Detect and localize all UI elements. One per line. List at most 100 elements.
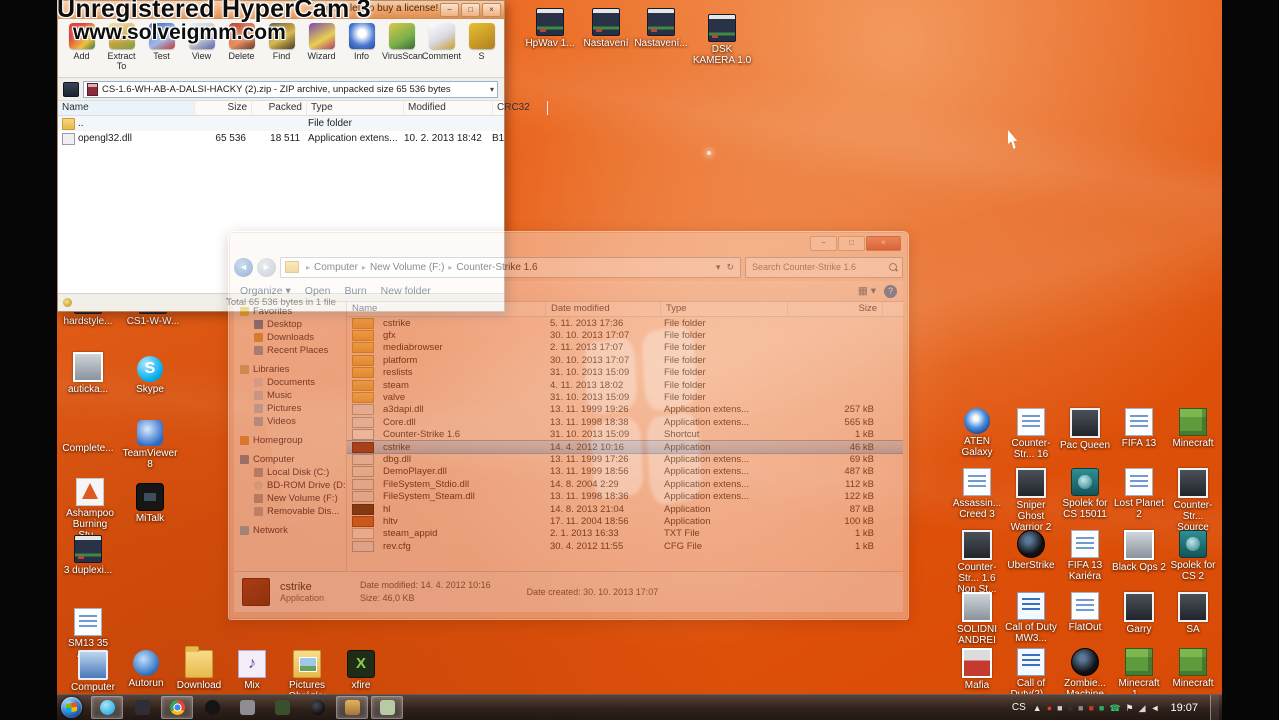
desktop-icon[interactable]: FIFA 13 — [1112, 408, 1166, 449]
desktop-icon[interactable]: Sniper Ghost Warrior 2 — [1004, 468, 1058, 533]
winrar-toolbar-button[interactable]: View — [182, 22, 221, 75]
desktop-icon[interactable]: Garry — [1112, 592, 1166, 635]
help-icon[interactable]: ? — [884, 285, 897, 298]
refresh-icon[interactable]: ↻ — [724, 262, 736, 273]
archive-file-row[interactable]: opengl32.dll 65 536 18 511 Application e… — [58, 131, 504, 146]
explorer-file-row[interactable]: steam_appid 2. 1. 2013 16:33 TXT File 1 … — [347, 528, 903, 540]
desktop-icon[interactable]: Nastavení... — [633, 8, 689, 49]
winrar-toolbar-button[interactable]: Comment — [422, 22, 461, 75]
organize-button[interactable]: Organize ▾ — [240, 285, 291, 297]
taskbar-app-button[interactable] — [371, 696, 403, 719]
burn-button[interactable]: Burn — [344, 285, 366, 297]
start-button[interactable] — [61, 697, 82, 718]
taskbar-app-button[interactable] — [91, 696, 123, 719]
open-button[interactable]: Open — [305, 285, 331, 297]
desktop-icon[interactable]: Mafia — [950, 648, 1004, 691]
nav-item[interactable]: Pictures — [234, 402, 346, 415]
show-desktop-button[interactable] — [1210, 695, 1219, 720]
desktop-icon[interactable]: Computer — [67, 650, 119, 693]
desktop-icon[interactable]: Call of Duty(2)... — [1004, 648, 1058, 700]
desktop-icon[interactable]: HpWav 1... — [522, 8, 578, 49]
winrar-toolbar-button[interactable]: Add — [62, 22, 101, 75]
desktop-icon[interactable]: Counter-Str... 16 — [1004, 408, 1058, 460]
nav-item[interactable]: Network — [234, 524, 346, 537]
explorer-file-row[interactable]: hltv 17. 11. 2004 18:56 Application 100 … — [347, 515, 903, 527]
back-button[interactable]: ◄ — [234, 258, 253, 277]
explorer-file-row[interactable]: FileSystem_Steam.dll 13. 11. 1998 18:36 … — [347, 490, 903, 502]
nav-item[interactable]: Documents — [234, 376, 346, 389]
breadcrumb[interactable]: ▸ Computer ▸ New Volume (F:) ▸ Counter-S… — [280, 257, 741, 278]
desktop-icon[interactable]: 3 duplexi... — [60, 535, 116, 576]
desktop-icon[interactable]: UberStrike — [1004, 530, 1058, 571]
explorer-file-row[interactable]: valve 31. 10. 2013 15:09 File folder — [347, 391, 903, 403]
tray-icon[interactable]: ■ — [1078, 703, 1083, 713]
tray-icon[interactable]: ⚑ — [1126, 703, 1134, 713]
column-header-date[interactable]: Date modified — [546, 302, 661, 316]
search-box[interactable] — [745, 257, 903, 278]
desktop-icon[interactable]: FlatOut — [1058, 592, 1112, 633]
desktop-icon[interactable]: Call of Duty MW3... — [1004, 592, 1058, 644]
desktop-icon[interactable]: SOLIDNI ANDREI — [950, 592, 1004, 646]
explorer-file-row[interactable]: cstrike 14. 4. 2012 10:16 Application 46… — [347, 441, 903, 453]
column-header-size[interactable]: Size — [788, 302, 883, 316]
desktop-icon[interactable]: xfire — [335, 650, 387, 691]
desktop-icon[interactable]: DSK KAMERA 1.0 — [690, 14, 754, 66]
explorer-file-row[interactable]: FileSystem_Stdio.dll 14. 8. 2004 2:29 Ap… — [347, 478, 903, 490]
taskbar-app-button[interactable] — [231, 696, 263, 719]
minimize-button[interactable]: − — [440, 3, 459, 17]
nav-item[interactable]: BD-ROM Drive (D:) — [234, 479, 346, 492]
desktop-icon[interactable]: Complete... — [60, 415, 116, 454]
winrar-toolbar-button[interactable]: Delete — [222, 22, 261, 75]
nav-item[interactable]: Recent Places — [234, 344, 346, 357]
archive-path-combo[interactable]: CS-1.6-WH-AB-A-DALSI-HACKY (2).zip - ZIP… — [83, 81, 498, 98]
winrar-toolbar-button[interactable]: Extract To — [102, 22, 141, 75]
tray-icon[interactable]: ◢ — [1139, 703, 1146, 713]
desktop-icon[interactable]: Minecraft 1... — [1112, 648, 1166, 700]
tray-icon[interactable]: ■ — [1088, 703, 1093, 713]
taskbar-app-button[interactable] — [336, 696, 368, 719]
explorer-file-row[interactable]: Core.dll 13. 11. 1998 18:38 Application … — [347, 416, 903, 428]
explorer-file-row[interactable]: gfx 30. 10. 2013 17:07 File folder — [347, 329, 903, 341]
desktop-icon[interactable]: Ashampoo Burning Stu... — [60, 478, 120, 541]
explorer-file-row[interactable]: reslists 31. 10. 2013 15:09 File folder — [347, 367, 903, 379]
desktop-icon[interactable]: MiTalk — [122, 483, 178, 524]
nav-item[interactable]: Homegroup — [234, 434, 346, 447]
explorer-file-row[interactable]: mediabrowser 2. 11. 2013 17:07 File fold… — [347, 342, 903, 354]
desktop-icon[interactable]: Download — [173, 650, 225, 691]
tray-icon[interactable]: ■ — [1057, 703, 1062, 713]
desktop-icon[interactable]: Minecraft — [1166, 408, 1220, 449]
minimize-button[interactable]: − — [810, 236, 837, 251]
maximize-button[interactable]: □ — [461, 3, 480, 17]
explorer-file-row[interactable]: steam 4. 11. 2013 18:02 File folder — [347, 379, 903, 391]
breadcrumb-item[interactable]: ▸ New Volume (F:) — [360, 262, 444, 273]
nav-item[interactable]: Desktop — [234, 318, 346, 331]
nav-item[interactable]: Music — [234, 389, 346, 402]
explorer-file-row[interactable]: dbg.dll 13. 11. 1999 17:26 Application e… — [347, 453, 903, 465]
tray-icon[interactable]: ▲ — [1033, 703, 1042, 713]
column-header-name[interactable]: Name — [347, 302, 546, 316]
tray-icon[interactable]: ■ — [1068, 703, 1073, 713]
desktop-icon[interactable]: TeamViewer 8 — [122, 420, 178, 470]
taskbar-app-button[interactable] — [196, 696, 228, 719]
taskbar-app-button[interactable] — [266, 696, 298, 719]
taskbar-clock[interactable]: 19:07 — [1170, 702, 1198, 714]
winrar-toolbar-button[interactable]: S — [462, 22, 501, 75]
column-header-type[interactable]: Type — [661, 302, 788, 316]
desktop-icon[interactable]: Lost Planet 2 — [1112, 468, 1166, 520]
desktop-icon[interactable]: Pac Queen — [1058, 408, 1112, 451]
column-header-crc32[interactable]: CRC32 — [493, 101, 548, 115]
taskbar-app-button[interactable] — [161, 696, 193, 719]
desktop-icon[interactable]: Autorun — [120, 650, 172, 689]
winrar-toolbar-button[interactable]: Find — [262, 22, 301, 75]
desktop-icon[interactable]: Spolek for CS 2 — [1166, 530, 1220, 582]
close-button[interactable]: × — [866, 236, 901, 251]
nav-item[interactable]: Downloads — [234, 331, 346, 344]
column-header-name[interactable]: Name — [58, 101, 195, 115]
column-header-packed[interactable]: Packed — [252, 101, 307, 115]
tray-icon[interactable]: ■ — [1099, 703, 1104, 713]
nav-item[interactable]: Libraries — [234, 363, 346, 376]
desktop-icon[interactable]: Black Ops 2 — [1112, 530, 1166, 573]
column-header-modified[interactable]: Modified — [404, 101, 493, 115]
maximize-button[interactable]: □ — [838, 236, 865, 251]
desktop-icon[interactable]: auticka... — [60, 352, 116, 395]
